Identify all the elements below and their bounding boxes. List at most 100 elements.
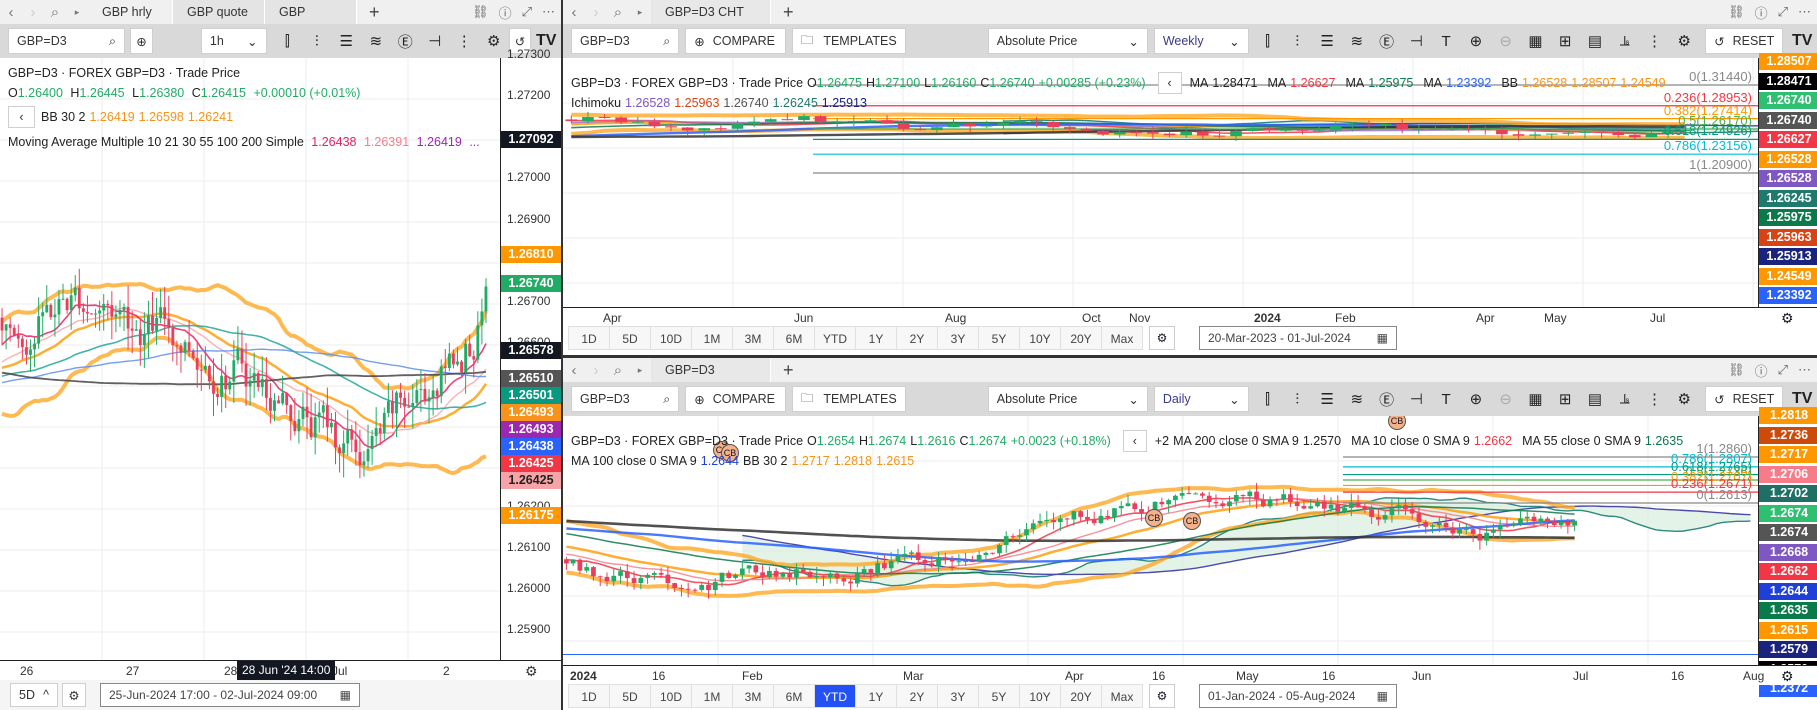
- back-icon[interactable]: ‹: [563, 362, 585, 379]
- export-chart-icon[interactable]: ⫡: [1610, 391, 1640, 408]
- search-icon[interactable]: ⌕: [607, 4, 629, 21]
- crosshair-icon[interactable]: ⊣: [420, 32, 450, 50]
- cb-event-marker[interactable]: CB: [1183, 512, 1201, 530]
- tab-chart[interactable]: GBP=D3: [651, 358, 771, 382]
- layout-icon[interactable]: ⊞: [1550, 32, 1580, 50]
- waves-icon[interactable]: ≋: [1342, 390, 1372, 408]
- forward-icon[interactable]: ›: [22, 4, 44, 21]
- range-button-max[interactable]: Max: [1101, 326, 1143, 350]
- date-range-input[interactable]: 25-Jun-2024 17:00 - 02-Jul-2024 09:00 ▦: [100, 683, 360, 707]
- add-tab-button[interactable]: +: [357, 2, 392, 23]
- range-button-5y[interactable]: 5Y: [978, 684, 1020, 708]
- price-mode-select[interactable]: Absolute Price ⌄: [987, 386, 1148, 412]
- date-range-input[interactable]: 01-Jan-2024 - 05-Aug-2024 ▦: [1199, 684, 1397, 708]
- compare-button[interactable]: ⊕ COMPARE: [685, 28, 786, 54]
- tab-chart[interactable]: GBP=D3 CHT: [651, 0, 771, 24]
- range-button-20y[interactable]: 20Y: [1060, 326, 1102, 350]
- range-button-5d[interactable]: 5D: [609, 684, 651, 708]
- range-button-5d[interactable]: 5D: [609, 326, 651, 350]
- price-mode-select[interactable]: Absolute Price ⌄: [987, 28, 1148, 54]
- lines-icon[interactable]: ☰: [332, 32, 362, 50]
- range-button-3y[interactable]: 3Y: [937, 326, 979, 350]
- reset-button[interactable]: ↺ RESET: [1705, 28, 1784, 54]
- crosshair-icon[interactable]: ⊣: [1401, 390, 1431, 408]
- caret-right-icon[interactable]: ▸: [629, 7, 651, 18]
- events-icon[interactable]: Ⓔ: [391, 31, 421, 52]
- range-button-20y[interactable]: 20Y: [1060, 684, 1102, 708]
- more-icon[interactable]: ⋯: [1798, 4, 1811, 20]
- more-icon[interactable]: ⋯: [1798, 362, 1811, 378]
- more-vertical-icon[interactable]: ⋮: [1640, 390, 1670, 408]
- search-icon[interactable]: ⌕: [607, 362, 629, 379]
- range-button-ytd[interactable]: YTD: [814, 326, 856, 350]
- export-chart-icon[interactable]: ⫡: [1610, 33, 1640, 50]
- forward-icon[interactable]: ›: [585, 4, 607, 21]
- zoom-out-icon[interactable]: ⊖: [1491, 390, 1521, 408]
- settings-icon[interactable]: ⚙: [1669, 390, 1699, 408]
- range-settings-button[interactable]: ⚙: [1149, 684, 1175, 708]
- layout-icon[interactable]: ⊞: [1550, 390, 1580, 408]
- range-button-ytd[interactable]: YTD: [814, 684, 856, 708]
- time-axis[interactable]: 26 27 28 Jul 2 28 Jun '24 14:00 ⚙: [0, 660, 561, 680]
- more-vertical-icon[interactable]: ⋮: [450, 32, 480, 50]
- table-icon[interactable]: ▦: [1521, 390, 1551, 408]
- interval-select[interactable]: Weekly ⌄: [1153, 28, 1249, 54]
- link-icon[interactable]: ⛓: [472, 4, 489, 20]
- candlestick-icon[interactable]: ⫿: [1253, 33, 1283, 50]
- caret-right-icon[interactable]: ▸: [629, 365, 651, 376]
- range-button-1m[interactable]: 1M: [691, 326, 733, 350]
- candlestick-icon[interactable]: ⫿: [273, 33, 303, 50]
- waves-icon[interactable]: ≋: [361, 32, 391, 50]
- indicators-icon[interactable]: ⫶: [302, 33, 332, 50]
- axis-settings-icon[interactable]: ⚙: [1781, 668, 1794, 685]
- range-button-2y[interactable]: 2Y: [896, 326, 938, 350]
- events-icon[interactable]: Ⓔ: [1372, 389, 1402, 410]
- crosshair-icon[interactable]: ⊣: [1401, 32, 1431, 50]
- back-icon[interactable]: ‹: [0, 4, 22, 21]
- range-settings-button[interactable]: ⚙: [62, 683, 86, 707]
- lines-icon[interactable]: ☰: [1312, 32, 1342, 50]
- add-tab-button[interactable]: +: [771, 360, 806, 381]
- templates-button[interactable]: 🗀 TEMPLATES: [791, 386, 906, 412]
- price-axis[interactable]: 1.2818 1.2736 1.2717 1.2706 1.2702 1.2674 1.26…: [1758, 407, 1817, 697]
- zoom-in-icon[interactable]: ⊕: [1461, 32, 1491, 50]
- range-button-10d[interactable]: 10D: [650, 326, 692, 350]
- indicators-icon[interactable]: ⫶: [1282, 33, 1312, 50]
- zoom-in-icon[interactable]: ⊕: [1461, 390, 1491, 408]
- collapse-legend-button[interactable]: ‹: [1157, 72, 1182, 94]
- templates-button[interactable]: 🗀 TEMPLATES: [791, 28, 906, 54]
- expand-icon[interactable]: ⤢: [1778, 4, 1788, 20]
- time-axis[interactable]: Apr Jun Aug Oct Nov 2024 Feb Apr May Jul ⚙: [563, 307, 1817, 327]
- date-range-input[interactable]: 20-Mar-2023 - 01-Jul-2024 ▦: [1199, 326, 1397, 350]
- document-icon[interactable]: ▤: [1580, 32, 1610, 50]
- axis-settings-icon[interactable]: ⚙: [1781, 310, 1794, 327]
- time-axis[interactable]: 2024 16 Feb Mar Apr 16 May 16 Jun Jul 16 Aug ⚙: [563, 665, 1817, 685]
- caret-right-icon[interactable]: ▸: [66, 7, 88, 18]
- back-icon[interactable]: ‹: [563, 4, 585, 21]
- price-axis[interactable]: 1.273001.272001.270001.269001.267001.266…: [500, 47, 561, 660]
- tab-gbp-monthly[interactable]: GBP Monthly: [265, 0, 357, 43]
- compare-button[interactable]: ⊕: [129, 28, 153, 54]
- lines-icon[interactable]: ☰: [1312, 390, 1342, 408]
- range-button-10d[interactable]: 10D: [650, 684, 692, 708]
- collapse-legend-button[interactable]: ‹: [1122, 430, 1147, 452]
- collapse-legend-button[interactable]: ‹: [8, 106, 35, 128]
- symbol-search-input[interactable]: GBP=D3 ⌕: [571, 28, 680, 54]
- interval-select[interactable]: Daily ⌄: [1153, 386, 1249, 412]
- help-icon[interactable]: ⓘ: [1755, 361, 1768, 380]
- help-icon[interactable]: ⓘ: [499, 3, 512, 22]
- range-button-1m[interactable]: 1M: [691, 684, 733, 708]
- settings-icon[interactable]: ⚙: [479, 32, 509, 50]
- indicators-icon[interactable]: ⫶: [1282, 391, 1312, 408]
- range-button-5y[interactable]: 5Y: [978, 326, 1020, 350]
- range-button-1y[interactable]: 1Y: [855, 684, 897, 708]
- range-button-10y[interactable]: 10Y: [1019, 326, 1061, 350]
- zoom-out-icon[interactable]: ⊖: [1491, 32, 1521, 50]
- range-button-1y[interactable]: 1Y: [855, 326, 897, 350]
- range-settings-button[interactable]: ⚙: [1149, 326, 1175, 350]
- price-axis[interactable]: 1.28507 1.28471 1.26740 1.26740 1.26627 1.265…: [1758, 53, 1817, 307]
- waves-icon[interactable]: ≋: [1342, 32, 1372, 50]
- cb-event-marker[interactable]: CB: [1145, 509, 1163, 527]
- range-button-3y[interactable]: 3Y: [937, 684, 979, 708]
- text-tool-icon[interactable]: T: [1431, 391, 1461, 408]
